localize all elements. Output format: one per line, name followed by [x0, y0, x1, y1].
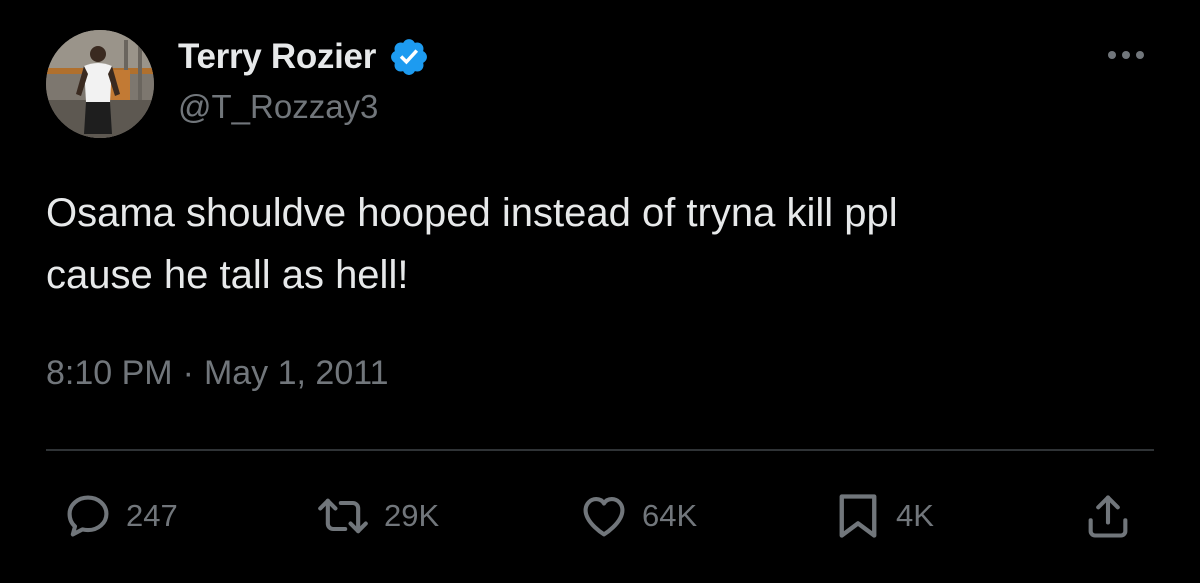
repost-count: 29K [384, 498, 440, 533]
heart-icon [583, 497, 625, 537]
more-dot [1122, 51, 1130, 59]
repost-button[interactable]: 29K [314, 484, 439, 548]
tweet-timestamp: 8:10 PM · May 1, 2011 [46, 354, 389, 393]
more-dot [1108, 51, 1116, 59]
tweet: Terry Rozier @T_Rozzay3 Osama shouldve h… [0, 0, 1200, 583]
reply-button[interactable]: 247 [62, 484, 178, 548]
share-button[interactable] [1082, 484, 1134, 548]
more-dot [1136, 51, 1144, 59]
action-bar: 247 29K 64K 4K [0, 484, 1200, 548]
display-name[interactable]: Terry Rozier [178, 37, 376, 77]
bookmark-count: 4K [896, 498, 934, 533]
divider [46, 449, 1154, 451]
verified-badge-icon [391, 39, 427, 75]
reply-count: 247 [126, 498, 178, 533]
like-count: 64K [642, 498, 698, 533]
author-handle[interactable]: @T_Rozzay3 [178, 88, 378, 126]
reply-icon [67, 495, 109, 537]
share-icon [1088, 495, 1128, 538]
author-name-row: Terry Rozier [178, 34, 430, 80]
tweet-date[interactable]: May 1, 2011 [204, 354, 389, 393]
meta-separator: · [182, 354, 194, 392]
avatar[interactable] [46, 30, 154, 138]
like-button[interactable]: 64K [578, 484, 697, 548]
bookmark-button[interactable]: 4K [832, 484, 934, 548]
tweet-time[interactable]: 8:10 PM [46, 354, 173, 393]
repost-icon [318, 498, 368, 534]
tweet-text: Osama shouldve hooped instead of tryna k… [46, 182, 1146, 306]
tweet-text-line: Osama shouldve hooped instead of tryna k… [46, 191, 898, 235]
more-icon[interactable] [1098, 40, 1154, 70]
tweet-text-line: cause he tall as hell! [46, 253, 409, 297]
bookmark-icon [839, 494, 877, 538]
